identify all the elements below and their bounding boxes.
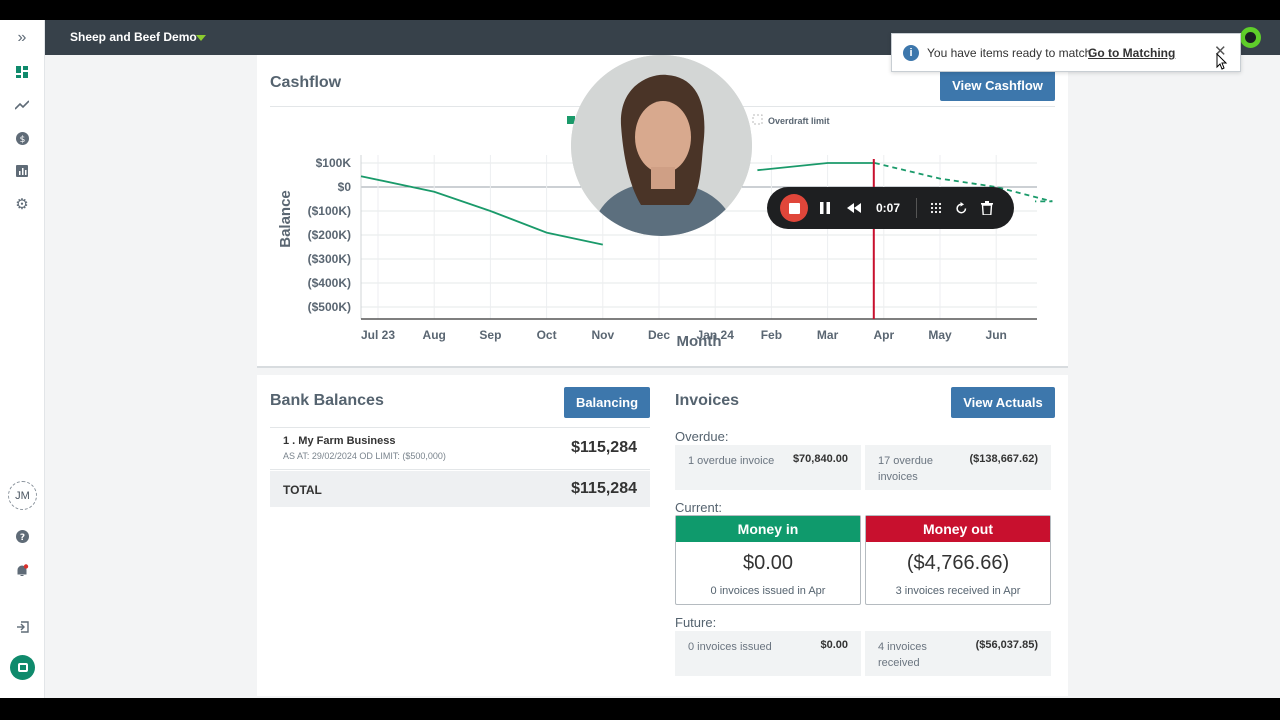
future-label: Future: <box>675 615 717 630</box>
bank-account-row[interactable]: 1 . My Farm Business AS AT: 29/02/2024 O… <box>270 427 650 470</box>
balancing-button[interactable]: Balancing <box>564 387 650 418</box>
svg-text:?: ? <box>19 533 24 543</box>
x-tick-label: Mar <box>817 328 839 342</box>
go-to-matching-link[interactable]: Go to Matching <box>1088 46 1175 60</box>
x-tick-label: Feb <box>761 328 782 342</box>
toolbar-divider <box>916 198 917 218</box>
trend-icon[interactable] <box>11 94 33 116</box>
bank-total-row: TOTAL $115,284 <box>270 471 650 507</box>
bank-balances-title: Bank Balances <box>270 392 384 409</box>
x-tick-label: Apr <box>873 328 894 342</box>
logout-icon[interactable] <box>11 616 33 638</box>
future-out-box[interactable]: 4 invoices received ($56,037.85) <box>865 631 1051 676</box>
overdue-in-box[interactable]: 1 overdue invoice $70,840.00 <box>675 445 861 490</box>
svg-text:$: $ <box>19 135 25 145</box>
bank-balances-card: Bank Balances Balancing 1 . My Farm Busi… <box>257 375 662 696</box>
dashboard-icon[interactable] <box>11 61 33 83</box>
overdue-label: Overdue: <box>675 429 729 444</box>
legend-overdraft-swatch <box>752 114 763 125</box>
overdue-in-label: 1 overdue invoice <box>688 455 775 467</box>
money-out-amount: ($4,766.66) <box>906 552 1010 574</box>
overdue-out-label: 17 overdue invoices <box>878 455 934 483</box>
app-screen: » $ ⚙ JM ? Sheep and Beef Demo Cashflow … <box>0 20 1280 698</box>
webcam-bubble[interactable] <box>571 55 752 236</box>
money-in-sub: 0 invoices issued in Apr <box>710 585 826 597</box>
x-tick-label: May <box>928 328 952 342</box>
recording-timer: 0:07 <box>876 201 901 215</box>
x-tick-label: Jul 23 <box>361 328 395 342</box>
trash-icon[interactable] <box>979 187 995 229</box>
total-balance: $115,284 <box>571 480 637 497</box>
view-actuals-button[interactable]: View Actuals <box>951 387 1055 418</box>
x-tick-label: Aug <box>423 328 446 342</box>
grid-dots-icon[interactable] <box>928 187 944 229</box>
future-in-amount: $0.00 <box>820 639 848 651</box>
account-meta: AS AT: 29/02/2024 OD LIMIT: ($500,000) <box>283 451 446 461</box>
series-actual-line-2 <box>757 162 875 172</box>
y-tick-label: ($300K) <box>308 252 351 266</box>
y-tick-label: ($200K) <box>308 228 351 242</box>
account-name: 1 . My Farm Business <box>283 435 396 447</box>
mouse-cursor-icon <box>1216 53 1228 70</box>
total-label: TOTAL <box>283 483 322 497</box>
toast-message: You have items ready to match. <box>927 46 1095 60</box>
x-tick-label: Jun <box>986 328 1007 342</box>
user-avatar[interactable]: JM <box>8 481 37 510</box>
future-out-label: 4 invoices received <box>878 641 927 669</box>
status-ring-icon[interactable] <box>1240 27 1261 48</box>
y-axis-title: Balance <box>277 190 294 248</box>
farm-selector[interactable]: Sheep and Beef Demo <box>70 30 197 44</box>
restart-icon[interactable] <box>953 187 969 229</box>
matching-toast: i You have items ready to match. Go to M… <box>891 33 1241 72</box>
chevron-down-icon[interactable] <box>196 35 206 41</box>
x-axis-title: Month <box>677 333 722 350</box>
x-tick-label: Oct <box>537 328 557 342</box>
y-tick-label: ($100K) <box>308 204 351 218</box>
invoices-title: Invoices <box>675 392 740 409</box>
series-actual-line <box>360 175 603 246</box>
future-in-label: 0 invoices issued <box>688 641 772 653</box>
chat-support-icon[interactable] <box>10 655 35 680</box>
overdue-out-box[interactable]: 17 overdue invoices ($138,667.62) <box>865 445 1051 490</box>
x-tick-label: Sep <box>479 328 501 342</box>
invoices-card: Invoices View Actuals Overdue: 1 overdue… <box>662 375 1068 696</box>
x-tick-label: Nov <box>591 328 614 342</box>
recorder-toolbar: 0:07 <box>767 187 1014 229</box>
money-in-card[interactable]: Money in $0.00 0 invoices issued in Apr <box>675 515 861 605</box>
money-out-sub: 3 invoices received in Apr <box>895 585 1021 597</box>
notification-bell-icon[interactable] <box>11 560 33 582</box>
future-out-amount: ($56,037.85) <box>975 639 1038 651</box>
settings-gear-icon[interactable]: ⚙ <box>11 193 33 215</box>
overdue-in-amount: $70,840.00 <box>792 453 848 465</box>
future-in-box[interactable]: 0 invoices issued $0.00 <box>675 631 861 676</box>
legend-overdraft-label: Overdraft limit <box>768 116 830 126</box>
expand-icon[interactable]: » <box>11 27 33 49</box>
letterbox-bottom <box>0 698 1280 720</box>
stop-recording-button[interactable] <box>780 194 808 222</box>
help-icon[interactable]: ? <box>11 525 33 547</box>
report-icon[interactable] <box>11 160 33 182</box>
money-in-amount: $0.00 <box>742 552 794 574</box>
dollar-icon[interactable]: $ <box>11 127 33 149</box>
pause-icon[interactable] <box>817 187 833 229</box>
current-label: Current: <box>675 500 722 515</box>
y-tick-label: ($400K) <box>308 276 351 290</box>
money-out-title: Money out <box>866 516 1050 542</box>
y-tick-label: $100K <box>316 156 352 170</box>
account-balance: $115,284 <box>571 439 637 456</box>
left-rail: » $ ⚙ JM ? <box>0 20 45 698</box>
rewind-icon[interactable] <box>845 187 863 229</box>
money-out-card[interactable]: Money out ($4,766.66) 3 invoices receive… <box>865 515 1051 605</box>
y-tick-label: $0 <box>338 180 352 194</box>
x-tick-label: Dec <box>648 328 670 342</box>
money-in-title: Money in <box>676 516 860 542</box>
y-axis-ticks: $100K $0 ($100K) ($200K) ($300K) ($400K) ($500… <box>308 156 352 314</box>
info-icon: i <box>903 45 919 61</box>
y-tick-label: ($500K) <box>308 300 351 314</box>
overdue-out-amount: ($138,667.62) <box>969 453 1039 465</box>
